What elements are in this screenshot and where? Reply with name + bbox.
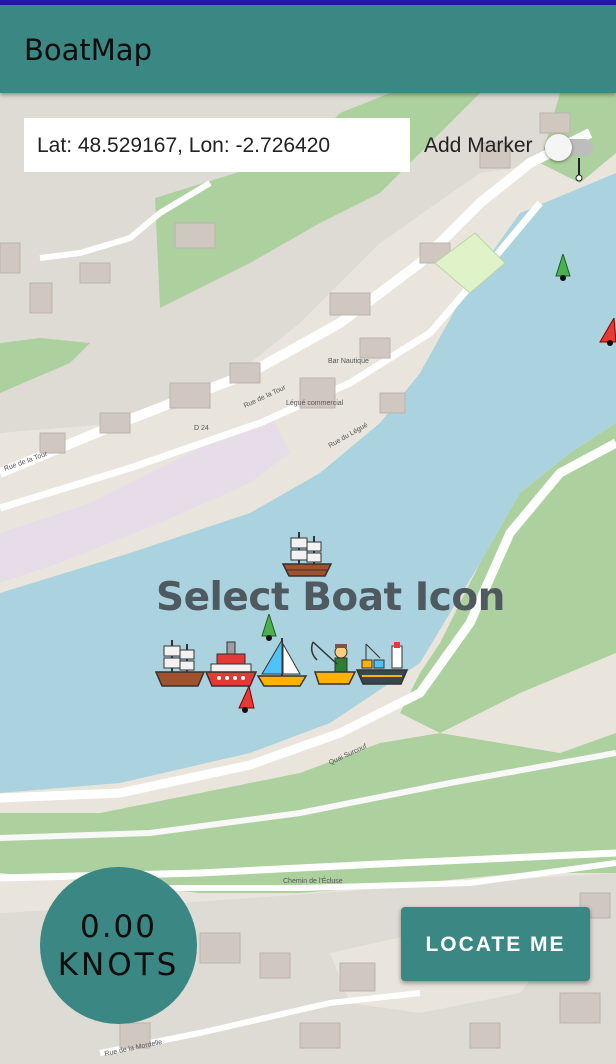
coordinates-text: Lat: 48.529167, Lon: -2.726420 bbox=[37, 134, 331, 157]
speed-value: 0.00 bbox=[79, 909, 158, 945]
app-bar: BoatMap bbox=[0, 5, 616, 93]
red-buoy-icon bbox=[599, 318, 616, 346]
map-label-street: Chemin de l'Écluse bbox=[283, 876, 343, 885]
locate-me-label: LOCATE ME bbox=[425, 933, 566, 956]
select-boat-title: Select Boat Icon bbox=[156, 575, 505, 620]
boat-option-sailboat-icon[interactable] bbox=[256, 636, 308, 690]
app-title: BoatMap bbox=[24, 33, 152, 67]
coordinates-display: Lat: 48.529167, Lon: -2.726420 bbox=[24, 118, 410, 172]
boat-option-fisherman-icon[interactable] bbox=[307, 638, 357, 690]
red-buoy-icon bbox=[238, 686, 255, 713]
cardinal-buoy-icon bbox=[575, 158, 583, 182]
speed-indicator: 0.00 KNOTS bbox=[40, 867, 197, 1024]
map-label-poi: Légué commercial bbox=[286, 400, 344, 407]
locate-me-button[interactable]: LOCATE ME bbox=[401, 907, 590, 981]
switch-thumb[interactable] bbox=[545, 134, 572, 161]
boat-option-ferry-icon[interactable] bbox=[205, 638, 257, 690]
boat-option-cargo-ship-icon[interactable] bbox=[356, 638, 408, 690]
boat-option-pirate-ship-icon[interactable] bbox=[155, 638, 205, 690]
selected-boat-pirate-ship-icon bbox=[281, 532, 333, 577]
add-marker-switch[interactable] bbox=[545, 134, 593, 161]
map-label-poi: Bar Nautique bbox=[328, 358, 369, 365]
green-buoy-icon bbox=[555, 254, 571, 281]
add-marker-label: Add Marker bbox=[424, 134, 533, 157]
map-label-road: D 24 bbox=[194, 425, 209, 432]
speed-unit: KNOTS bbox=[57, 947, 180, 983]
